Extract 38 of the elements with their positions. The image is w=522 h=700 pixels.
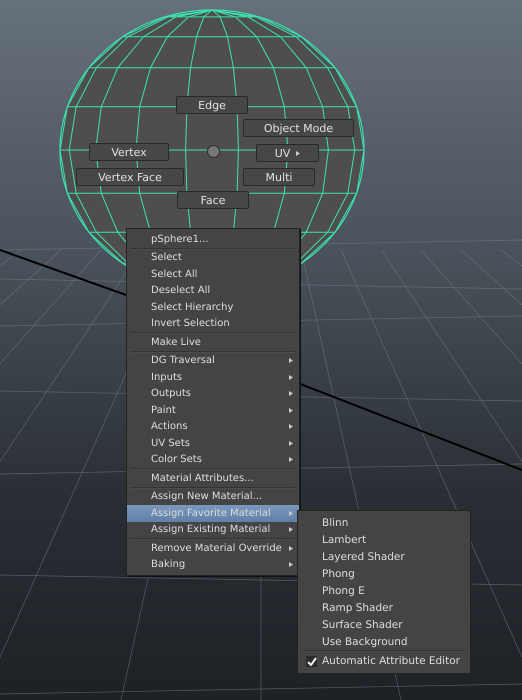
menu-item[interactable]: Blinn (298, 514, 470, 531)
menu-item[interactable]: Deselect All (127, 282, 299, 299)
menu-item[interactable]: Phong E (298, 582, 470, 599)
menu-item[interactable]: Remove Material Override (127, 540, 299, 556)
menu-item[interactable]: Material Attributes... (127, 470, 299, 486)
marking-menu-item[interactable]: Edge (176, 96, 248, 114)
menu-item[interactable]: Surface Shader (298, 616, 470, 633)
marking-menu-item[interactable]: Vertex (89, 143, 169, 161)
menu-item[interactable]: Actions (127, 418, 299, 435)
menu-item[interactable]: DG Traversal (127, 352, 299, 369)
marking-menu-item[interactable]: Multi (243, 168, 315, 186)
menu-item[interactable]: Assign Existing Material (127, 522, 299, 538)
menu-item[interactable]: Use Background (298, 633, 470, 650)
menu-item[interactable]: Baking (127, 556, 299, 573)
menu-item[interactable]: Select (127, 250, 299, 266)
menu-option[interactable]: Automatic Attribute Editor (298, 652, 470, 670)
menu-item[interactable]: Phong (298, 565, 470, 582)
menu-item[interactable]: Color Sets (127, 452, 299, 468)
menu-item[interactable]: Ramp Shader (298, 599, 470, 616)
menu-item[interactable]: Select All (127, 266, 299, 282)
menu-item[interactable]: Lambert (298, 531, 470, 548)
menu-item[interactable]: Make Live (127, 334, 299, 350)
marking-menu-item[interactable]: Object Mode (243, 119, 354, 137)
marking-menu-item[interactable]: Face (177, 191, 249, 209)
menu-option-label: Automatic Attribute Editor (322, 655, 460, 667)
check-icon (306, 656, 316, 666)
menu-item[interactable]: Assign New Material... (127, 488, 299, 505)
menu-item[interactable]: Outputs (127, 386, 299, 402)
menu-item[interactable]: Paint (127, 402, 299, 418)
menu-item[interactable]: pSphere1... (127, 231, 299, 248)
marking-menu-item[interactable]: UV (256, 144, 319, 162)
menu-item[interactable]: UV Sets (127, 435, 299, 452)
menu-item[interactable]: Select Hierarchy (127, 299, 299, 316)
marking-menu-item[interactable]: Vertex Face (76, 168, 184, 186)
checkbox[interactable] (306, 656, 317, 666)
menu-item[interactable]: Inputs (127, 369, 299, 386)
menu-item[interactable]: Invert Selection (127, 316, 299, 332)
menu-item[interactable]: Layered Shader (298, 548, 470, 565)
